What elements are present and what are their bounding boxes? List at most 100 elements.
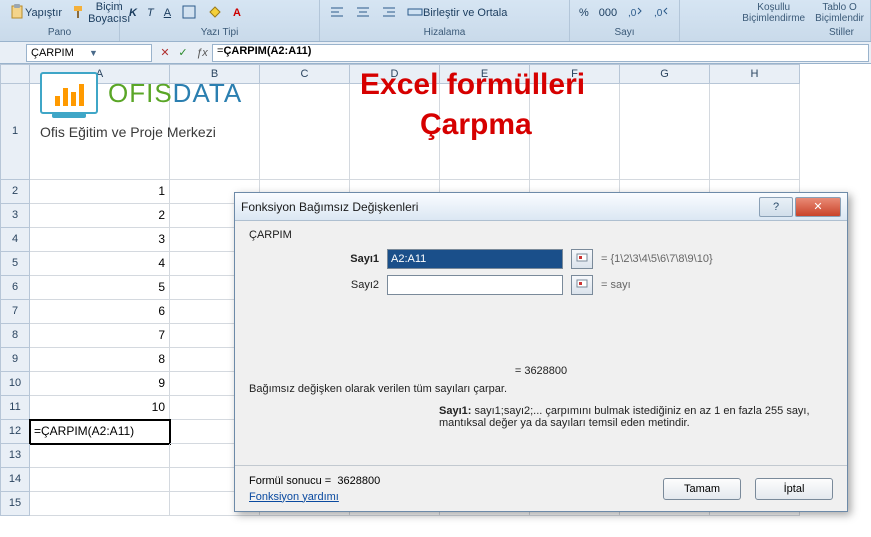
dialog-titlebar[interactable]: Fonksiyon Bağımsız Değişkenleri ? ✕ <box>235 193 847 221</box>
border-button[interactable] <box>178 2 200 25</box>
thousands-button[interactable]: 000 <box>596 5 620 21</box>
dec-decimal-button[interactable]: ,0 <box>650 2 672 25</box>
row-header[interactable]: 7 <box>0 300 30 324</box>
row-header[interactable]: 3 <box>0 204 30 228</box>
arg-preview: = sayı <box>601 279 631 291</box>
cell-A9[interactable]: 8 <box>30 348 170 372</box>
range-select-button[interactable] <box>571 249 593 269</box>
cell-A10[interactable]: 9 <box>30 372 170 396</box>
ribbon-group-align: Hizalama <box>326 27 563 41</box>
cell-A13[interactable] <box>30 444 170 468</box>
percent-button[interactable]: % <box>576 5 592 21</box>
cell-G1[interactable] <box>620 84 710 180</box>
select-all-corner[interactable] <box>0 64 30 84</box>
cell-A15[interactable] <box>30 492 170 516</box>
cell-A7[interactable]: 6 <box>30 300 170 324</box>
row-header[interactable]: 14 <box>0 468 30 492</box>
arg-row: Sayı1= {1\2\3\4\5\6\7\8\9\10} <box>249 249 833 269</box>
row-header[interactable]: 1 <box>0 84 30 180</box>
cell-A6[interactable]: 5 <box>30 276 170 300</box>
align-left-icon <box>329 4 345 23</box>
column-header-H[interactable]: H <box>710 64 800 84</box>
cancel-edit-button[interactable]: ✕ <box>156 44 174 62</box>
cell-A14[interactable] <box>30 468 170 492</box>
row-header[interactable]: 11 <box>0 396 30 420</box>
cell-A5[interactable]: 4 <box>30 252 170 276</box>
inc-decimal-icon: ,0 <box>627 4 643 23</box>
row-header[interactable]: 15 <box>0 492 30 516</box>
row-header[interactable]: 10 <box>0 372 30 396</box>
range-select-icon <box>576 279 588 291</box>
merge-icon <box>407 4 423 23</box>
arg-row: Sayı2 = sayı <box>249 275 833 295</box>
align-right-button[interactable] <box>378 2 400 25</box>
brand-block: OFISDATA Ofis Eğitim ve Proje Merkezi <box>40 72 340 140</box>
row-header[interactable]: 5 <box>0 252 30 276</box>
row-header[interactable]: 2 <box>0 180 30 204</box>
merge-center-label: Birleştir ve Ortala <box>423 7 507 19</box>
function-description: Bağımsız değişken olarak verilen tüm say… <box>249 383 833 395</box>
argument-description: Sayı1: sayı1;sayı2;... çarpımını bulmak … <box>439 405 833 429</box>
paste-button[interactable]: Yapıştır <box>6 2 65 25</box>
close-icon: ✕ <box>813 200 822 213</box>
range-select-icon <box>576 253 588 265</box>
help-button[interactable]: ? <box>759 197 793 217</box>
underline-button[interactable]: A <box>161 5 174 21</box>
ribbon-group-font: Yazı Tipi <box>126 27 313 41</box>
row-header[interactable]: 8 <box>0 324 30 348</box>
ok-button[interactable]: Tamam <box>663 478 741 500</box>
name-box[interactable]: ÇARPIM ▼ <box>26 44 152 62</box>
italic-button[interactable]: T <box>144 5 157 21</box>
cell-A12[interactable]: =ÇARPIM(A2:A11) <box>30 420 170 444</box>
bold-button[interactable]: K <box>126 5 140 21</box>
row-header[interactable]: 13 <box>0 444 30 468</box>
cell-A4[interactable]: 3 <box>30 228 170 252</box>
align-center-button[interactable] <box>352 2 374 25</box>
confirm-edit-button[interactable]: ✓ <box>174 44 192 62</box>
row-header[interactable]: 6 <box>0 276 30 300</box>
dialog-title: Fonksiyon Bağımsız Değişkenleri <box>241 200 757 214</box>
brush-icon <box>72 4 88 23</box>
row-header[interactable]: 9 <box>0 348 30 372</box>
align-left-button[interactable] <box>326 2 348 25</box>
arg-label: Sayı1 <box>249 253 379 265</box>
function-name: ÇARPIM <box>249 229 833 241</box>
cancel-button[interactable]: İptal <box>755 478 833 500</box>
arg-input[interactable] <box>387 275 563 295</box>
function-help-link[interactable]: Fonksiyon yardımı <box>249 491 339 503</box>
ribbon: Yapıştır Biçim Boyacısı Pano K T A A Yaz… <box>0 0 871 42</box>
cond-format-button[interactable]: Koşullu Biçimlendirme <box>742 2 805 24</box>
fill-color-button[interactable] <box>204 2 226 25</box>
column-header-G[interactable]: G <box>620 64 710 84</box>
formula-input[interactable]: =ÇARPIM(A2:A11) <box>212 44 869 62</box>
brand-wordmark: OFISDATA <box>108 78 242 109</box>
ribbon-group-clipboard: Pano <box>6 27 113 41</box>
overlay-title-1: Excel formülleri <box>360 68 585 102</box>
chevron-down-icon[interactable]: ▼ <box>89 48 147 58</box>
arg-input[interactable] <box>387 249 563 269</box>
row-header[interactable]: 4 <box>0 228 30 252</box>
font-color-button[interactable]: A <box>230 5 244 21</box>
name-box-value: ÇARPIM <box>31 47 89 59</box>
inc-decimal-button[interactable]: ,0 <box>624 2 646 25</box>
row-header[interactable]: 12 <box>0 420 30 444</box>
cell-H1[interactable] <box>710 84 800 180</box>
close-button[interactable]: ✕ <box>795 197 841 217</box>
ribbon-group-styles: Stiller <box>686 27 864 41</box>
paste-label: Yapıştır <box>25 7 62 19</box>
cell-A11[interactable]: 10 <box>30 396 170 420</box>
fx-icon[interactable]: ƒx <box>192 44 212 62</box>
table-format-button[interactable]: Tablo O Biçimlendir <box>815 2 864 24</box>
merge-center-button[interactable]: Birleştir ve Ortala <box>404 2 510 25</box>
cell-A2[interactable]: 1 <box>30 180 170 204</box>
cell-A8[interactable]: 7 <box>30 324 170 348</box>
brand-tagline: Ofis Eğitim ve Proje Merkezi <box>40 124 340 140</box>
intermediate-result: = 3628800 <box>249 365 833 377</box>
formula-bar: ÇARPIM ▼ ✕ ✓ ƒx =ÇARPIM(A2:A11) <box>0 42 871 64</box>
arg-label: Sayı2 <box>249 279 379 291</box>
cell-A3[interactable]: 2 <box>30 204 170 228</box>
overlay-title-2: Çarpma <box>420 108 532 142</box>
formula-result: Formül sonucu = 3628800 <box>249 475 649 487</box>
ribbon-group-number: Sayı <box>576 27 673 41</box>
range-select-button[interactable] <box>571 275 593 295</box>
